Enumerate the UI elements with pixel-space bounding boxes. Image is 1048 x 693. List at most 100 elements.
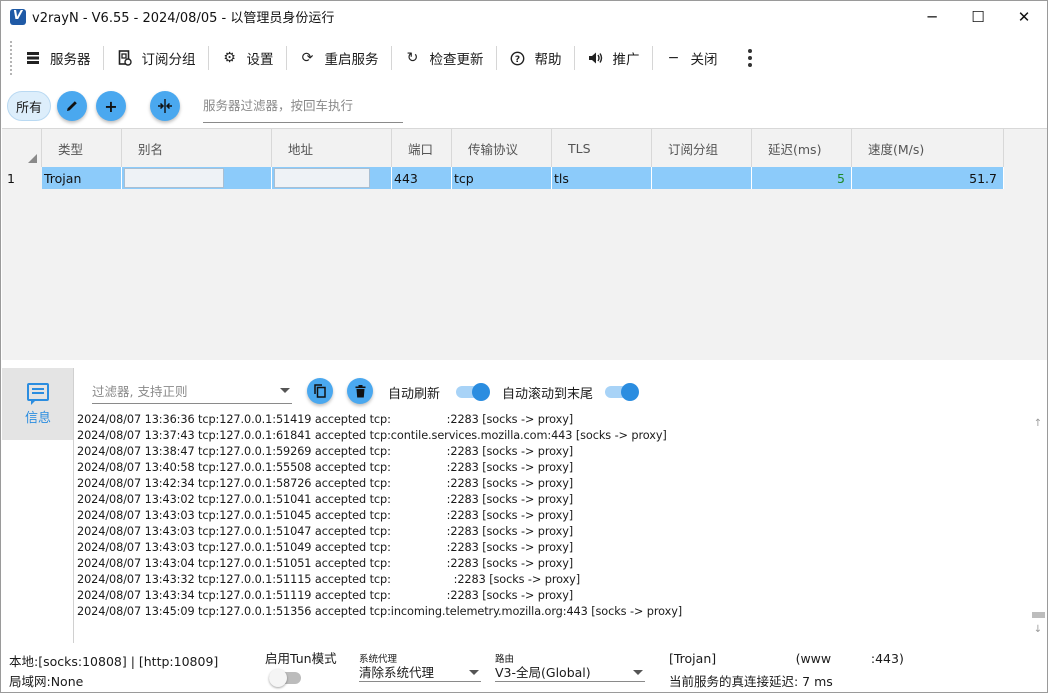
restart-service-button[interactable]: ⟳ 重启服务 bbox=[287, 41, 391, 75]
log-line: 2024/08/07 13:43:02 tcp:127.0.0.1:51041 … bbox=[77, 493, 574, 506]
cell-type[interactable]: Trojan bbox=[42, 167, 122, 189]
message-icon bbox=[27, 382, 49, 405]
column-header-speed[interactable]: 速度(M/s) bbox=[852, 129, 1004, 167]
routing-select[interactable]: V3-全局(Global) bbox=[495, 662, 645, 682]
auto-refresh-toggle[interactable] bbox=[456, 383, 490, 401]
column-header-port[interactable]: 端口 bbox=[392, 129, 452, 167]
divider bbox=[73, 368, 74, 643]
select-all-corner[interactable] bbox=[2, 129, 42, 167]
log-line: 2024/08/07 13:45:09 tcp:127.0.0.1:51356 … bbox=[77, 605, 683, 618]
log-output: 2024/08/07 13:36:36 tcp:127.0.0.1:51419 … bbox=[77, 412, 1027, 620]
chevron-down-icon bbox=[280, 388, 290, 393]
column-header-subscription[interactable]: 订阅分组 bbox=[652, 129, 752, 167]
tab-info-label: 信息 bbox=[24, 410, 51, 426]
check-update-label: 检查更新 bbox=[429, 52, 484, 68]
copy-log-button[interactable] bbox=[307, 378, 333, 404]
scroll-up-icon[interactable]: ↑ bbox=[1032, 418, 1044, 432]
chevron-down-icon bbox=[633, 670, 643, 675]
grid-header: 类型 别名 地址 端口 传输协议 TLS 订阅分组 延迟(ms) 速度(M/s) bbox=[2, 129, 1047, 167]
log-filter-combobox[interactable]: 过滤器, 支持正则 bbox=[92, 378, 292, 404]
column-header-type[interactable]: 类型 bbox=[42, 129, 122, 167]
log-line: 2024/08/07 13:43:03 tcp:127.0.0.1:51045 … bbox=[77, 509, 574, 522]
log-line: 2024/08/07 13:37:43 tcp:127.0.0.1:61841 … bbox=[77, 429, 667, 442]
server-filter-input[interactable] bbox=[203, 89, 403, 123]
scroll-down-icon[interactable]: ↓ bbox=[1032, 624, 1044, 638]
tun-mode-toggle[interactable] bbox=[269, 669, 303, 687]
help-button[interactable]: ? 帮助 bbox=[497, 41, 574, 75]
servers-menu-button[interactable]: 服务器 bbox=[12, 41, 103, 75]
speaker-icon bbox=[587, 49, 605, 67]
v2rayn-logo-icon bbox=[10, 8, 26, 25]
system-proxy-value: 清除系统代理 bbox=[359, 665, 435, 680]
log-line: 2024/08/07 13:40:58 tcp:127.0.0.1:55508 … bbox=[77, 461, 574, 474]
close-window-button[interactable]: ✕ bbox=[1001, 1, 1047, 32]
close-app-button[interactable]: − 关闭 bbox=[653, 41, 730, 75]
app-window: v2rayN - V6.55 - 2024/08/05 - 以管理员身份运行 ─… bbox=[0, 0, 1048, 693]
local-ports-text: 本地:[socks:10808] | [http:10809] bbox=[9, 654, 219, 669]
server-grid: 类型 别名 地址 端口 传输协议 TLS 订阅分组 延迟(ms) 速度(M/s)… bbox=[2, 128, 1047, 360]
column-header-transport[interactable]: 传输协议 bbox=[452, 129, 552, 167]
copy-icon bbox=[314, 384, 326, 398]
row-index: 1 bbox=[7, 170, 15, 186]
cell-address[interactable] bbox=[272, 167, 392, 189]
log-line: 2024/08/07 13:38:47 tcp:127.0.0.1:59269 … bbox=[77, 445, 574, 458]
check-update-button[interactable]: ↻ 检查更新 bbox=[392, 41, 496, 75]
toggle-knob bbox=[472, 383, 490, 401]
column-header-tls[interactable]: TLS bbox=[552, 129, 652, 167]
svg-text:?: ? bbox=[515, 55, 520, 65]
log-line: 2024/08/07 13:43:32 tcp:127.0.0.1:51115 … bbox=[77, 573, 581, 586]
minimize-button[interactable]: ─ bbox=[909, 1, 955, 32]
real-delay-text: 当前服务的真连接延迟: 7 ms bbox=[669, 674, 833, 689]
help-label: 帮助 bbox=[534, 52, 562, 68]
promotion-button[interactable]: 推广 bbox=[575, 41, 652, 75]
plus-icon: + bbox=[104, 96, 118, 116]
more-options-icon[interactable] bbox=[740, 49, 760, 67]
log-line: 2024/08/07 13:36:36 tcp:127.0.0.1:51419 … bbox=[77, 413, 574, 426]
title-bar: v2rayN - V6.55 - 2024/08/05 - 以管理员身份运行 ─… bbox=[1, 1, 1047, 32]
auto-scroll-label: 自动滚动到末尾 bbox=[502, 387, 594, 402]
settings-menu-button[interactable]: ⚙ 设置 bbox=[209, 41, 286, 75]
column-header-alias[interactable]: 别名 bbox=[122, 129, 272, 167]
cell-speed[interactable]: 51.7 bbox=[852, 167, 1004, 189]
settings-menu-label: 设置 bbox=[246, 52, 274, 68]
column-header-latency[interactable]: 延迟(ms) bbox=[752, 129, 852, 167]
promotion-label: 推广 bbox=[612, 52, 640, 68]
subscription-menu-button[interactable]: 订阅分组 bbox=[104, 41, 208, 75]
cell-port[interactable]: 443 bbox=[392, 167, 452, 189]
log-line: 2024/08/07 13:42:34 tcp:127.0.0.1:58726 … bbox=[77, 477, 574, 490]
table-row[interactable]: 1 Trojan 443 tcp tls 5 51.7 bbox=[2, 167, 1047, 189]
subscription-menu-label: 订阅分组 bbox=[141, 52, 196, 68]
restart-icon: ⟳ bbox=[301, 50, 314, 66]
edit-server-button[interactable] bbox=[57, 91, 87, 121]
maximize-button[interactable]: ☐ bbox=[955, 1, 1001, 32]
auto-refresh-label: 自动刷新 bbox=[388, 387, 441, 402]
cell-latency[interactable]: 5 bbox=[752, 167, 852, 189]
clear-log-button[interactable] bbox=[347, 378, 373, 404]
lan-text: 局域网:None bbox=[9, 674, 84, 689]
log-scrollbar[interactable]: ↑ ↓ bbox=[1031, 416, 1045, 638]
add-server-button[interactable]: + bbox=[96, 91, 126, 121]
window-title: v2rayN - V6.55 - 2024/08/05 - 以管理员身份运行 bbox=[32, 11, 335, 26]
pencil-icon bbox=[67, 101, 77, 111]
cell-transport[interactable]: tcp bbox=[452, 167, 552, 189]
scrollbar-thumb[interactable] bbox=[1032, 612, 1045, 618]
split-icon bbox=[158, 99, 172, 113]
chevron-down-icon bbox=[469, 670, 479, 675]
tab-info[interactable]: 信息 bbox=[2, 368, 74, 440]
log-line: 2024/08/07 13:43:34 tcp:127.0.0.1:51119 … bbox=[77, 589, 574, 602]
server-icon bbox=[24, 49, 42, 67]
log-line: 2024/08/07 13:43:03 tcp:127.0.0.1:51049 … bbox=[77, 541, 574, 554]
cell-alias[interactable] bbox=[122, 167, 272, 189]
column-header-address[interactable]: 地址 bbox=[272, 129, 392, 167]
cell-subscription[interactable] bbox=[652, 167, 752, 189]
filter-chip-all[interactable]: 所有 bbox=[7, 91, 51, 121]
speed-test-button[interactable] bbox=[150, 91, 180, 121]
cell-tls[interactable]: tls bbox=[552, 167, 652, 189]
restart-service-label: 重启服务 bbox=[324, 52, 379, 68]
servers-menu-label: 服务器 bbox=[50, 52, 91, 68]
system-proxy-select[interactable]: 清除系统代理 bbox=[359, 662, 481, 682]
log-filter-placeholder: 过滤器, 支持正则 bbox=[92, 384, 188, 399]
auto-scroll-toggle[interactable] bbox=[605, 383, 639, 401]
alias-value bbox=[124, 168, 224, 188]
trash-icon bbox=[355, 384, 365, 397]
